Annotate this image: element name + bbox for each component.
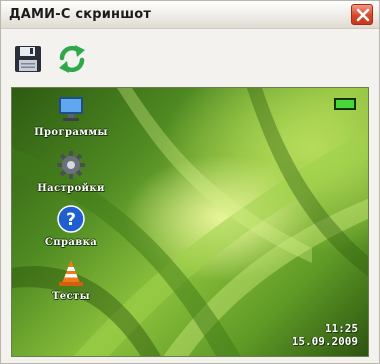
desktop-icon-label: Справка [44,237,98,248]
battery-fill [336,100,354,108]
traffic-cone-icon [59,260,83,286]
desktop-icon-label: Тесты [51,291,91,302]
close-icon [356,8,370,22]
floppy-disk-icon [15,46,41,72]
desktop-icon-settings[interactable]: Настройки [26,150,116,194]
save-button[interactable] [13,44,43,74]
gear-icon [57,151,85,179]
desktop-icon-programs[interactable]: Программы [26,94,116,138]
svg-text:?: ? [66,210,76,230]
toolbar [1,30,379,82]
desktop-icon-label: Программы [34,127,108,138]
monitor-icon [59,97,83,121]
screenshot-window: ДАМИ-С скриншот Программы Настройки ? Сп… [0,0,380,364]
desktop-icon-help[interactable]: ? Справка [26,204,116,248]
desktop-icon-tests[interactable]: Тесты [26,258,116,302]
close-button[interactable] [351,4,373,25]
window-title: ДАМИ-С скриншот [9,7,152,22]
refresh-button[interactable] [57,44,87,74]
clock-time: 11:25 [324,322,358,335]
battery-indicator [334,98,356,110]
device-screen: Программы Настройки ? Справка Тесты 11:2… [11,87,369,357]
clock-date: 15.09.2009 [291,335,358,348]
desktop-icon-label: Настройки [37,183,105,194]
title-bar: ДАМИ-С скриншот [1,1,379,29]
refresh-arrows-icon [59,45,85,73]
help-question-icon: ? [57,205,85,233]
clock-display: 11:25 15.09.2009 [292,322,358,348]
